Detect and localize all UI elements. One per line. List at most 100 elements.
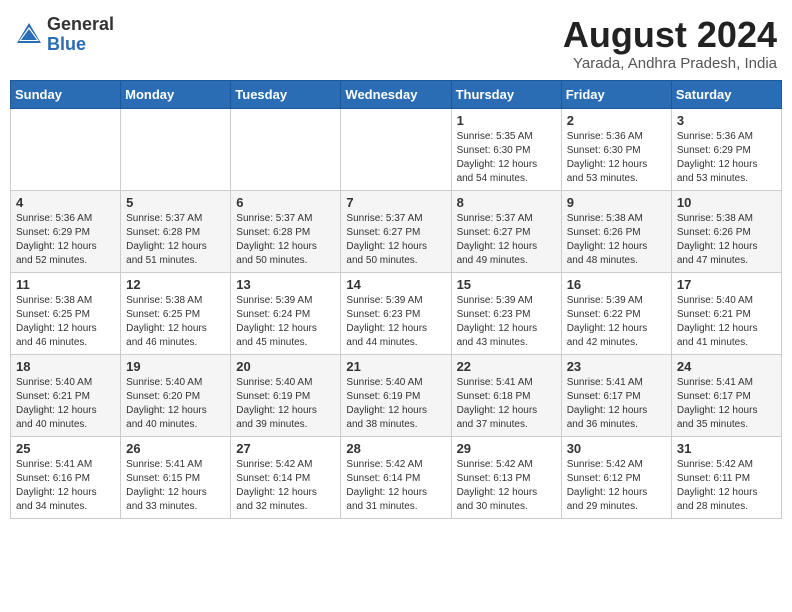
day-info: Sunrise: 5:40 AMSunset: 6:20 PMDaylight:…	[126, 376, 225, 432]
location: Yarada, Andhra Pradesh, India	[563, 55, 777, 72]
day-number: 21	[346, 359, 445, 374]
day-number: 16	[567, 277, 666, 292]
day-number: 12	[126, 277, 225, 292]
calendar-cell: 21 Sunrise: 5:40 AMSunset: 6:19 PMDayligh…	[341, 354, 451, 436]
day-info: Sunrise: 5:38 AMSunset: 6:25 PMDaylight:…	[16, 294, 115, 350]
calendar-cell: 4 Sunrise: 5:36 AMSunset: 6:29 PMDaylight…	[11, 190, 121, 272]
day-info: Sunrise: 5:42 AMSunset: 6:14 PMDaylight:…	[346, 458, 445, 514]
calendar-cell: 23 Sunrise: 5:41 AMSunset: 6:17 PMDayligh…	[561, 354, 671, 436]
calendar-cell: 29 Sunrise: 5:42 AMSunset: 6:13 PMDayligh…	[451, 436, 561, 518]
header-sunday: Sunday	[11, 80, 121, 108]
calendar-cell: 7Sunrise: 5:37 AMSunset: 6:27 PMDaylight…	[341, 190, 451, 272]
header-row: Sunday Monday Tuesday Wednesday Thursday…	[11, 80, 782, 108]
calendar-cell: 20 Sunrise: 5:40 AMSunset: 6:19 PMDayligh…	[231, 354, 341, 436]
calendar-cell: 9 Sunrise: 5:38 AMSunset: 6:26 PMDaylight…	[561, 190, 671, 272]
day-info: Sunrise: 5:41 AMSunset: 6:17 PMDaylight:…	[567, 376, 666, 432]
calendar-body: 1Sunrise: 5:35 AMSunset: 6:30 PMDaylight…	[11, 108, 782, 518]
month-year: August 2024	[563, 15, 777, 55]
day-number: 5	[126, 195, 225, 210]
calendar-cell: 25Sunrise: 5:41 AMSunset: 6:16 PMDayligh…	[11, 436, 121, 518]
calendar-cell	[121, 108, 231, 190]
logo-icon	[15, 21, 43, 49]
day-number: 9	[567, 195, 666, 210]
calendar-cell: 6 Sunrise: 5:37 AMSunset: 6:28 PMDaylight…	[231, 190, 341, 272]
day-info: Sunrise: 5:42 AMSunset: 6:13 PMDaylight:…	[457, 458, 556, 514]
day-info: Sunrise: 5:35 AMSunset: 6:30 PMDaylight:…	[457, 130, 556, 186]
calendar-cell: 16 Sunrise: 5:39 AMSunset: 6:22 PMDayligh…	[561, 272, 671, 354]
day-number: 22	[457, 359, 556, 374]
calendar-cell: 3Sunrise: 5:36 AMSunset: 6:29 PMDaylight…	[671, 108, 781, 190]
day-info: Sunrise: 5:41 AMSunset: 6:18 PMDaylight:…	[457, 376, 556, 432]
day-number: 28	[346, 441, 445, 456]
calendar-cell: 8 Sunrise: 5:37 AMSunset: 6:27 PMDaylight…	[451, 190, 561, 272]
header-wednesday: Wednesday	[341, 80, 451, 108]
logo: General Blue	[15, 15, 114, 55]
day-number: 20	[236, 359, 335, 374]
day-info: Sunrise: 5:37 AMSunset: 6:28 PMDaylight:…	[236, 212, 335, 268]
calendar-cell: 11 Sunrise: 5:38 AMSunset: 6:25 PMDayligh…	[11, 272, 121, 354]
header-thursday: Thursday	[451, 80, 561, 108]
day-number: 13	[236, 277, 335, 292]
calendar-cell: 10 Sunrise: 5:38 AMSunset: 6:26 PMDayligh…	[671, 190, 781, 272]
day-info: Sunrise: 5:40 AMSunset: 6:19 PMDaylight:…	[236, 376, 335, 432]
day-info: Sunrise: 5:41 AMSunset: 6:15 PMDaylight:…	[126, 458, 225, 514]
day-number: 8	[457, 195, 556, 210]
calendar-week-4: 18Sunrise: 5:40 AMSunset: 6:21 PMDayligh…	[11, 354, 782, 436]
calendar-week-2: 4 Sunrise: 5:36 AMSunset: 6:29 PMDaylight…	[11, 190, 782, 272]
calendar-cell: 28 Sunrise: 5:42 AMSunset: 6:14 PMDayligh…	[341, 436, 451, 518]
day-number: 4	[16, 195, 115, 210]
day-number: 19	[126, 359, 225, 374]
day-number: 29	[457, 441, 556, 456]
day-info: Sunrise: 5:37 AMSunset: 6:27 PMDaylight:…	[457, 212, 556, 268]
calendar-cell: 19 Sunrise: 5:40 AMSunset: 6:20 PMDayligh…	[121, 354, 231, 436]
calendar-cell: 24Sunrise: 5:41 AMSunset: 6:17 PMDayligh…	[671, 354, 781, 436]
day-number: 11	[16, 277, 115, 292]
logo-general: General	[47, 15, 114, 35]
header-friday: Friday	[561, 80, 671, 108]
day-number: 23	[567, 359, 666, 374]
logo-blue: Blue	[47, 35, 114, 55]
day-number: 31	[677, 441, 776, 456]
calendar-cell: 1Sunrise: 5:35 AMSunset: 6:30 PMDaylight…	[451, 108, 561, 190]
calendar-header: Sunday Monday Tuesday Wednesday Thursday…	[11, 80, 782, 108]
title-block: August 2024 Yarada, Andhra Pradesh, Indi…	[563, 15, 777, 72]
calendar-cell: 22 Sunrise: 5:41 AMSunset: 6:18 PMDayligh…	[451, 354, 561, 436]
header-tuesday: Tuesday	[231, 80, 341, 108]
calendar-cell: 12 Sunrise: 5:38 AMSunset: 6:25 PMDayligh…	[121, 272, 231, 354]
calendar-cell: 14Sunrise: 5:39 AMSunset: 6:23 PMDayligh…	[341, 272, 451, 354]
calendar-cell: 13 Sunrise: 5:39 AMSunset: 6:24 PMDayligh…	[231, 272, 341, 354]
day-number: 10	[677, 195, 776, 210]
calendar-week-3: 11 Sunrise: 5:38 AMSunset: 6:25 PMDayligh…	[11, 272, 782, 354]
day-info: Sunrise: 5:40 AMSunset: 6:21 PMDaylight:…	[677, 294, 776, 350]
calendar-cell: 18Sunrise: 5:40 AMSunset: 6:21 PMDayligh…	[11, 354, 121, 436]
day-info: Sunrise: 5:38 AMSunset: 6:26 PMDaylight:…	[567, 212, 666, 268]
calendar-cell: 17 Sunrise: 5:40 AMSunset: 6:21 PMDayligh…	[671, 272, 781, 354]
day-info: Sunrise: 5:37 AMSunset: 6:27 PMDaylight:…	[346, 212, 445, 268]
day-info: Sunrise: 5:40 AMSunset: 6:19 PMDaylight:…	[346, 376, 445, 432]
calendar-cell	[231, 108, 341, 190]
calendar-week-1: 1Sunrise: 5:35 AMSunset: 6:30 PMDaylight…	[11, 108, 782, 190]
day-number: 17	[677, 277, 776, 292]
day-info: Sunrise: 5:39 AMSunset: 6:24 PMDaylight:…	[236, 294, 335, 350]
logo-text: General Blue	[47, 15, 114, 55]
day-info: Sunrise: 5:36 AMSunset: 6:30 PMDaylight:…	[567, 130, 666, 186]
day-info: Sunrise: 5:39 AMSunset: 6:22 PMDaylight:…	[567, 294, 666, 350]
day-info: Sunrise: 5:36 AMSunset: 6:29 PMDaylight:…	[16, 212, 115, 268]
calendar-cell: 30 Sunrise: 5:42 AMSunset: 6:12 PMDayligh…	[561, 436, 671, 518]
day-number: 6	[236, 195, 335, 210]
day-number: 27	[236, 441, 335, 456]
day-info: Sunrise: 5:42 AMSunset: 6:12 PMDaylight:…	[567, 458, 666, 514]
calendar-week-5: 25Sunrise: 5:41 AMSunset: 6:16 PMDayligh…	[11, 436, 782, 518]
day-info: Sunrise: 5:38 AMSunset: 6:26 PMDaylight:…	[677, 212, 776, 268]
day-info: Sunrise: 5:41 AMSunset: 6:16 PMDaylight:…	[16, 458, 115, 514]
calendar-cell: 15Sunrise: 5:39 AMSunset: 6:23 PMDayligh…	[451, 272, 561, 354]
day-info: Sunrise: 5:38 AMSunset: 6:25 PMDaylight:…	[126, 294, 225, 350]
calendar-cell	[11, 108, 121, 190]
calendar-cell: 27Sunrise: 5:42 AMSunset: 6:14 PMDayligh…	[231, 436, 341, 518]
day-number: 3	[677, 113, 776, 128]
day-number: 30	[567, 441, 666, 456]
calendar-cell: 2Sunrise: 5:36 AMSunset: 6:30 PMDaylight…	[561, 108, 671, 190]
header-monday: Monday	[121, 80, 231, 108]
header-saturday: Saturday	[671, 80, 781, 108]
calendar-cell: 26Sunrise: 5:41 AMSunset: 6:15 PMDayligh…	[121, 436, 231, 518]
